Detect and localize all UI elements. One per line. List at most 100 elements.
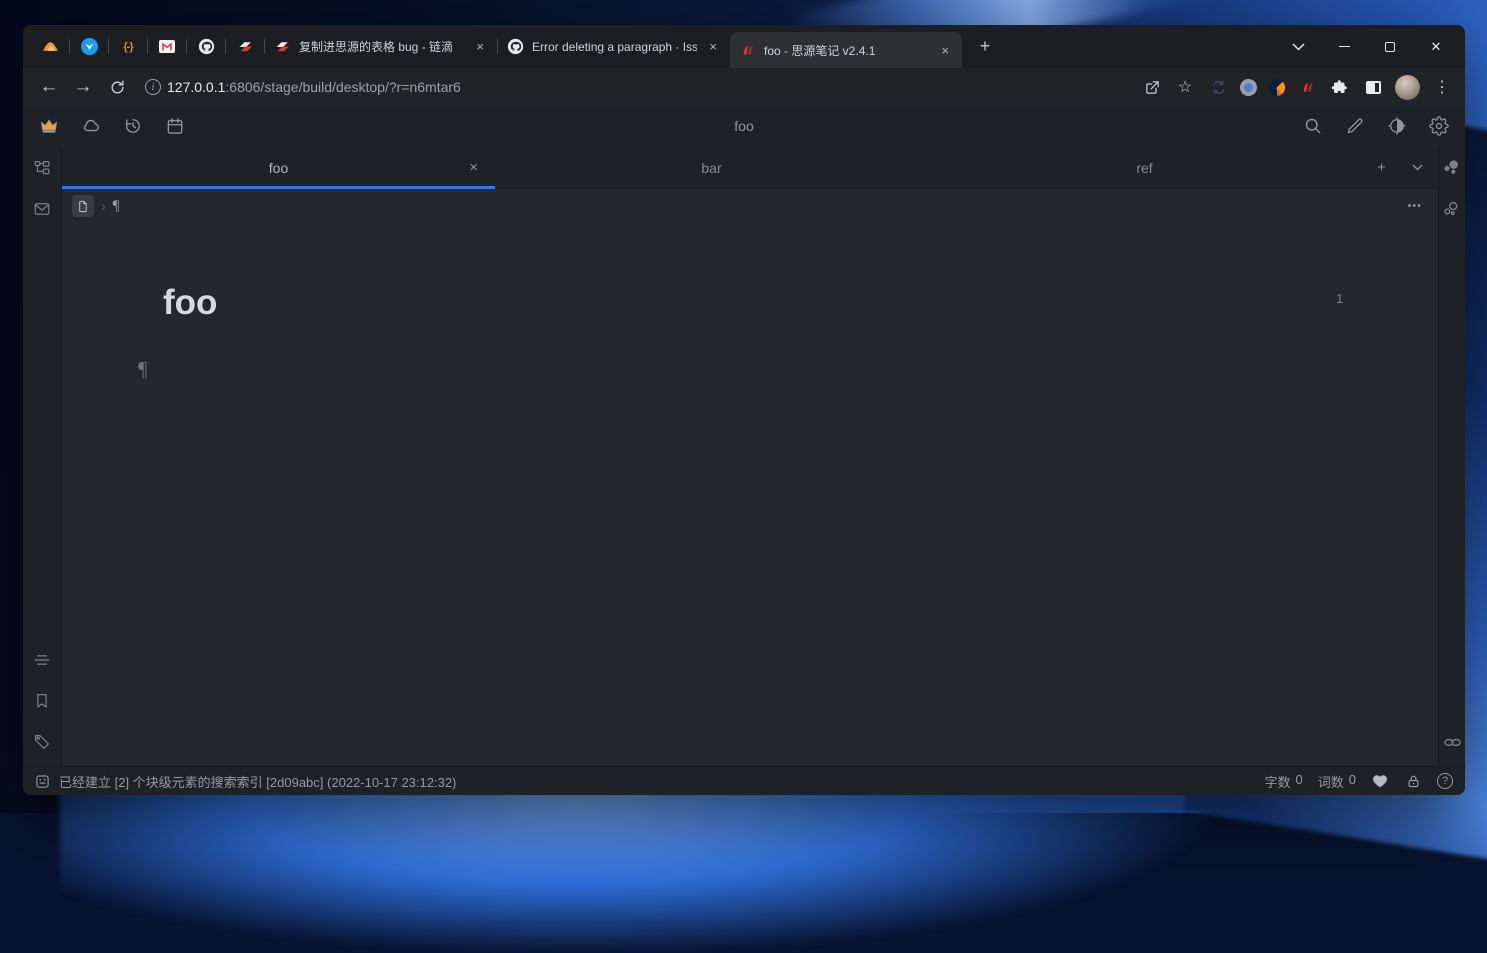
extension-siyuan-icon[interactable] xyxy=(1296,76,1318,98)
site-info-icon[interactable]: i xyxy=(145,79,161,95)
pinned-tab-braces[interactable]: {-} xyxy=(109,30,147,64)
window-title: foo xyxy=(734,118,754,134)
panel-slot xyxy=(1374,82,1379,92)
graph-icon[interactable] xyxy=(1440,156,1464,180)
toolbar-right-group xyxy=(1299,112,1453,140)
browser-titlebar: {-} 复制进思源的表格 bug - 链滴 × Error deleting a… xyxy=(23,25,1465,68)
tab-search-button[interactable] xyxy=(1275,25,1321,68)
panel-glyph xyxy=(1365,80,1381,94)
char-count: 字数 0 xyxy=(1265,772,1303,791)
address-bar[interactable]: 127.0.0.1 :6806/stage/build/desktop/?r=n… xyxy=(167,79,461,95)
doc-tab-label: foo xyxy=(268,159,289,176)
doc-tab-label: bar xyxy=(701,159,722,176)
extension-circle-icon[interactable] xyxy=(1240,78,1257,96)
tab-close-button[interactable]: × xyxy=(937,43,953,58)
github-favicon-icon xyxy=(507,38,524,55)
doc-tab-foo[interactable]: foo × xyxy=(62,146,495,189)
tab-close-button[interactable]: × xyxy=(705,39,721,54)
liandi-favicon-icon xyxy=(276,42,289,52)
share-icon[interactable] xyxy=(1141,76,1163,98)
breadcrumb-paragraph-item[interactable]: ¶ xyxy=(113,198,120,215)
maximize-button[interactable] xyxy=(1367,25,1413,68)
reload-button[interactable] xyxy=(101,72,133,102)
browser-toolbar: ← → i 127.0.0.1 :6806/stage/build/deskto… xyxy=(23,68,1465,106)
forward-button[interactable]: → xyxy=(67,72,99,102)
word-count: 词数 0 xyxy=(1318,772,1356,791)
mountain-favicon-icon xyxy=(42,42,58,51)
edit-mode-pencil-icon[interactable] xyxy=(1341,112,1369,140)
maximize-icon xyxy=(1385,41,1395,52)
editor-area[interactable]: foo ¶ 1 xyxy=(62,223,1438,766)
bookmark-icon[interactable] xyxy=(30,689,54,713)
browser-menu-kebab-icon[interactable]: ⋮ xyxy=(1431,76,1453,98)
tab-close-button[interactable]: × xyxy=(472,39,488,54)
global-graph-icon[interactable] xyxy=(1440,197,1464,221)
minimize-button[interactable] xyxy=(1321,25,1367,68)
browser-window: {-} 复制进思源的表格 bug - 链滴 × Error deleting a… xyxy=(23,25,1465,795)
pinned-tab-drive[interactable] xyxy=(31,30,69,64)
pinned-tab-github[interactable] xyxy=(187,30,225,64)
help-icon[interactable]: ? xyxy=(1437,773,1453,789)
extension-swirl-icon[interactable] xyxy=(1268,78,1285,96)
readonly-lock-icon[interactable] xyxy=(1404,772,1422,790)
theme-appearance-icon[interactable] xyxy=(1383,112,1411,140)
siyuan-favicon-icon xyxy=(743,45,753,55)
char-count-label: 字数 xyxy=(1264,774,1291,790)
dock-left-bottom xyxy=(30,648,54,754)
tab-title: Error deleting a paragraph · Iss xyxy=(532,39,698,54)
statusbar: 已经建立 [2] 个块级元素的搜索索引 [2d09abc] (2022-10-1… xyxy=(23,766,1465,795)
dock-left xyxy=(23,146,62,766)
app-toolbar: foo xyxy=(23,106,1465,146)
search-icon[interactable] xyxy=(1299,112,1327,140)
editor-panel: foo × bar ref + › ¶ ••• foo ¶ 1 xyxy=(62,146,1438,766)
browser-tab-github-issue[interactable]: Error deleting a paragraph · Iss × xyxy=(498,30,730,64)
new-tab-button[interactable]: + xyxy=(970,32,1000,62)
pinned-tab-liandi[interactable] xyxy=(226,30,264,64)
document-title[interactable]: foo xyxy=(163,283,217,323)
toolbar-actions: ☆ ⋮ xyxy=(1141,74,1455,100)
outline-icon[interactable] xyxy=(30,648,54,672)
extensions-puzzle-icon[interactable] xyxy=(1329,76,1351,98)
doc-tab-label: ref xyxy=(1136,159,1153,176)
cloud-sync-icon[interactable] xyxy=(77,112,105,140)
settings-gear-icon[interactable] xyxy=(1425,112,1453,140)
sponsor-heart-icon[interactable] xyxy=(1371,772,1389,790)
statusbar-right: 字数 0 词数 0 ? xyxy=(1265,772,1453,791)
tab-title: 复制进思源的表格 bug - 链滴 xyxy=(299,40,454,54)
tab-title: foo - 思源笔记 v2.4.1 xyxy=(764,43,876,58)
browser-tab-liandi-bug[interactable]: 复制进思源的表格 bug - 链滴 × xyxy=(265,30,497,64)
doc-more-button[interactable]: ••• xyxy=(1407,200,1422,212)
liandi-favicon-icon xyxy=(239,42,252,52)
doc-tab-ref[interactable]: ref xyxy=(928,146,1361,189)
doc-tab-close-button[interactable]: × xyxy=(469,160,478,175)
window-controls: ✕ xyxy=(1275,25,1465,68)
new-doc-tab-button[interactable]: + xyxy=(1371,157,1393,179)
inbox-envelope-icon[interactable] xyxy=(30,197,54,221)
doc-tab-bar[interactable]: bar xyxy=(495,146,928,189)
breadcrumb-doc-chip[interactable] xyxy=(72,195,94,217)
pinned-tab-blue-app[interactable] xyxy=(70,30,108,64)
empty-paragraph-pilcrow[interactable]: ¶ xyxy=(138,357,148,382)
url-path: :6806/stage/build/desktop/?r=n6mtar6 xyxy=(225,79,461,95)
back-button[interactable]: ← xyxy=(33,72,65,102)
close-window-button[interactable]: ✕ xyxy=(1413,25,1459,68)
word-count-label: 词数 xyxy=(1317,774,1344,790)
extension-dot xyxy=(1244,82,1253,92)
backlinks-link-icon[interactable] xyxy=(1440,730,1464,754)
browser-tab-siyuan-active[interactable]: foo - 思源笔记 v2.4.1 × xyxy=(730,32,962,68)
tag-icon[interactable] xyxy=(30,730,54,754)
daily-note-calendar-icon[interactable] xyxy=(161,112,189,140)
history-icon[interactable] xyxy=(119,112,147,140)
breadcrumb-separator: › xyxy=(101,198,106,214)
minimize-icon xyxy=(1338,45,1350,48)
extension-sync-icon[interactable] xyxy=(1207,76,1229,98)
tab-list-chevron-icon[interactable] xyxy=(1407,157,1429,179)
bookmark-star-icon[interactable]: ☆ xyxy=(1174,76,1196,98)
url-host: 127.0.0.1 xyxy=(167,79,226,95)
file-tree-icon[interactable] xyxy=(30,156,54,180)
workspace-crown-icon[interactable] xyxy=(35,112,63,140)
pinned-tab-gmail[interactable] xyxy=(148,30,186,64)
app-body: foo × bar ref + › ¶ ••• foo ¶ 1 xyxy=(23,146,1465,766)
profile-avatar[interactable] xyxy=(1395,74,1420,100)
side-panel-icon[interactable] xyxy=(1362,76,1384,98)
